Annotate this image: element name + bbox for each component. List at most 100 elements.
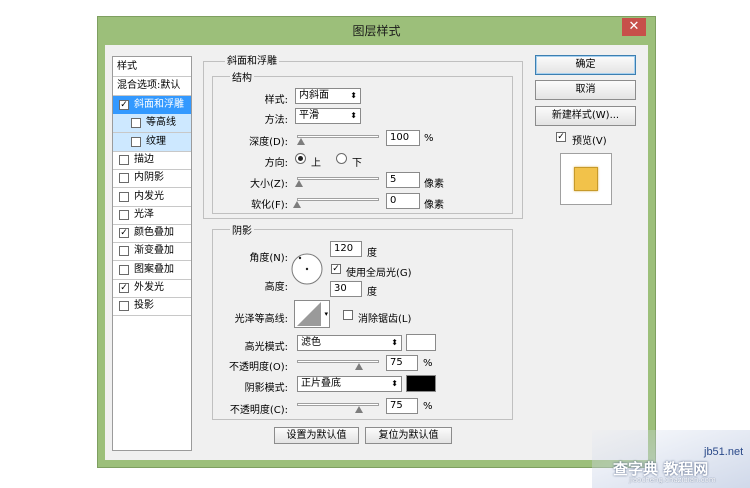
soften-slider-track[interactable] [297, 198, 379, 201]
style-checkbox[interactable] [119, 246, 129, 257]
style-item-label: 图案叠加 [134, 263, 174, 275]
dialog-title: 图层样式 [352, 24, 401, 38]
style-item-label: 内阴影 [134, 172, 164, 184]
reset-default-button[interactable]: 复位为默认值 [365, 427, 452, 444]
make-default-button[interactable]: 设置为默认值 [274, 427, 359, 444]
highlight-mode-select[interactable]: 滤色 ⬍ [297, 335, 402, 351]
depth-unit: % [424, 133, 434, 144]
style-checkbox[interactable]: ✓ [119, 100, 129, 110]
depth-slider-track[interactable] [297, 135, 379, 138]
close-icon[interactable]: ✕ [622, 18, 646, 36]
layer-style-item[interactable]: ✓ 外发光 [113, 279, 191, 297]
altitude-label: 高度: [264, 282, 288, 293]
style-item-label: 等高线 [146, 117, 176, 129]
style-checkbox[interactable] [119, 301, 129, 312]
style-item-label: 投影 [134, 300, 154, 312]
style-checkbox[interactable]: ✓ [119, 283, 129, 293]
direction-down-radio[interactable] [336, 153, 347, 164]
blending-options[interactable]: 混合选项:默认 [113, 77, 191, 95]
shadow-mode-value: 正片叠底 [301, 378, 341, 389]
layer-style-item[interactable]: ✓ 斜面和浮雕 [113, 96, 191, 114]
opacity-2-slider-thumb[interactable] [354, 406, 363, 413]
antialias-checkbox[interactable] [343, 310, 353, 320]
shadow-color-swatch[interactable] [406, 375, 436, 392]
style-item-label: 描边 [134, 153, 154, 165]
direction-up-label: 上 [311, 158, 321, 169]
antialias-label: 消除锯齿(L) [358, 314, 412, 325]
layer-style-item[interactable]: ✓ 颜色叠加 [113, 224, 191, 242]
dropdown-arrow-icon: ▾ [324, 310, 328, 318]
styles-list: 样式 混合选项:默认 ✓ 斜面和浮雕等高线纹理描边内阴影内发光 光泽 ✓ 颜色叠加渐变叠… [112, 56, 192, 451]
opacity-2-input[interactable]: 75 [386, 398, 418, 414]
style-checkbox[interactable] [119, 209, 129, 220]
soften-input[interactable]: 0 [386, 193, 420, 209]
style-checkbox[interactable] [119, 154, 129, 165]
direction-down-label: 下 [352, 158, 362, 169]
highlight-mode-value: 滤色 [301, 337, 321, 348]
depth-input[interactable]: 100 [386, 130, 420, 146]
style-checkbox[interactable] [119, 191, 129, 202]
opacity-2-label: 不透明度(C): [229, 405, 288, 416]
angle-input[interactable]: 120 [330, 241, 362, 257]
opacity-2-slider-track[interactable] [297, 403, 379, 406]
layer-style-item[interactable]: 投影 [113, 297, 191, 315]
new-style-button[interactable]: 新建样式(W)... [535, 106, 636, 126]
style-checkbox[interactable] [131, 118, 141, 129]
style-checkbox[interactable] [131, 136, 141, 147]
watermark-url: jiaocheng.chazidian.com [629, 476, 716, 484]
divider [113, 315, 191, 317]
style-item-label: 纹理 [146, 135, 166, 147]
method-label: 方法: [264, 115, 288, 126]
size-input[interactable]: 5 [386, 172, 420, 188]
angle-dial[interactable] [290, 252, 324, 286]
style-checkbox[interactable]: ✓ [119, 228, 129, 239]
updown-icon: ⬍ [350, 111, 357, 120]
style-item-label: 斜面和浮雕 [134, 99, 184, 110]
layer-style-item[interactable]: 图案叠加 [113, 261, 191, 279]
method-value: 平滑 [299, 110, 319, 121]
size-unit: 像素 [424, 179, 444, 190]
style-item-label: 外发光 [134, 282, 164, 293]
layer-style-item[interactable]: 渐变叠加 [113, 242, 191, 260]
depth-slider-thumb[interactable] [297, 138, 306, 145]
updown-icon: ⬍ [391, 338, 398, 347]
opacity-1-slider-track[interactable] [297, 360, 379, 363]
gloss-contour-label: 光泽等高线: [234, 314, 288, 325]
preview-label: 预览(V) [572, 136, 607, 147]
shadow-mode-select[interactable]: 正片叠底 ⬍ [297, 376, 402, 392]
styles-header[interactable]: 样式 [113, 58, 191, 76]
shadow-mode-label: 阴影模式: [244, 383, 288, 394]
global-light-checkbox[interactable]: ✓ [331, 264, 341, 274]
style-value: 内斜面 [299, 90, 329, 101]
soften-slider-thumb[interactable] [293, 201, 301, 208]
global-light-label: 使用全局光(G) [346, 268, 412, 279]
layer-style-item[interactable]: 光泽 [113, 206, 191, 224]
size-slider-thumb[interactable] [295, 180, 304, 187]
angle-label: 角度(N): [249, 253, 288, 264]
layer-style-item[interactable]: 内发光 [113, 188, 191, 206]
opacity-1-unit: % [423, 358, 433, 369]
structure-title: 结构 [230, 69, 254, 84]
style-select[interactable]: 内斜面 ⬍ [295, 88, 361, 104]
size-label: 大小(Z): [249, 179, 288, 190]
cancel-button[interactable]: 取消 [535, 80, 636, 100]
ok-button[interactable]: 确定 [535, 55, 636, 75]
method-select[interactable]: 平滑 ⬍ [295, 108, 361, 124]
style-item-label: 颜色叠加 [134, 227, 174, 239]
layer-style-item[interactable]: 描边 [113, 151, 191, 169]
opacity-1-input[interactable]: 75 [386, 355, 418, 371]
gloss-contour-picker[interactable]: ▾ [294, 300, 330, 328]
style-checkbox[interactable] [119, 264, 129, 275]
layer-style-item[interactable]: 纹理 [113, 132, 191, 151]
layer-style-item[interactable]: 等高线 [113, 114, 191, 133]
opacity-1-slider-thumb[interactable] [354, 363, 363, 370]
direction-up-radio[interactable] [295, 153, 306, 164]
style-checkbox[interactable] [119, 173, 129, 184]
soften-label: 软化(F): [251, 200, 288, 211]
updown-icon: ⬍ [391, 379, 398, 388]
highlight-color-swatch[interactable] [406, 334, 436, 351]
altitude-input[interactable]: 30 [330, 281, 362, 297]
layer-style-item[interactable]: 内阴影 [113, 169, 191, 187]
size-slider-track[interactable] [297, 177, 379, 180]
preview-checkbox[interactable]: ✓ [556, 132, 566, 142]
